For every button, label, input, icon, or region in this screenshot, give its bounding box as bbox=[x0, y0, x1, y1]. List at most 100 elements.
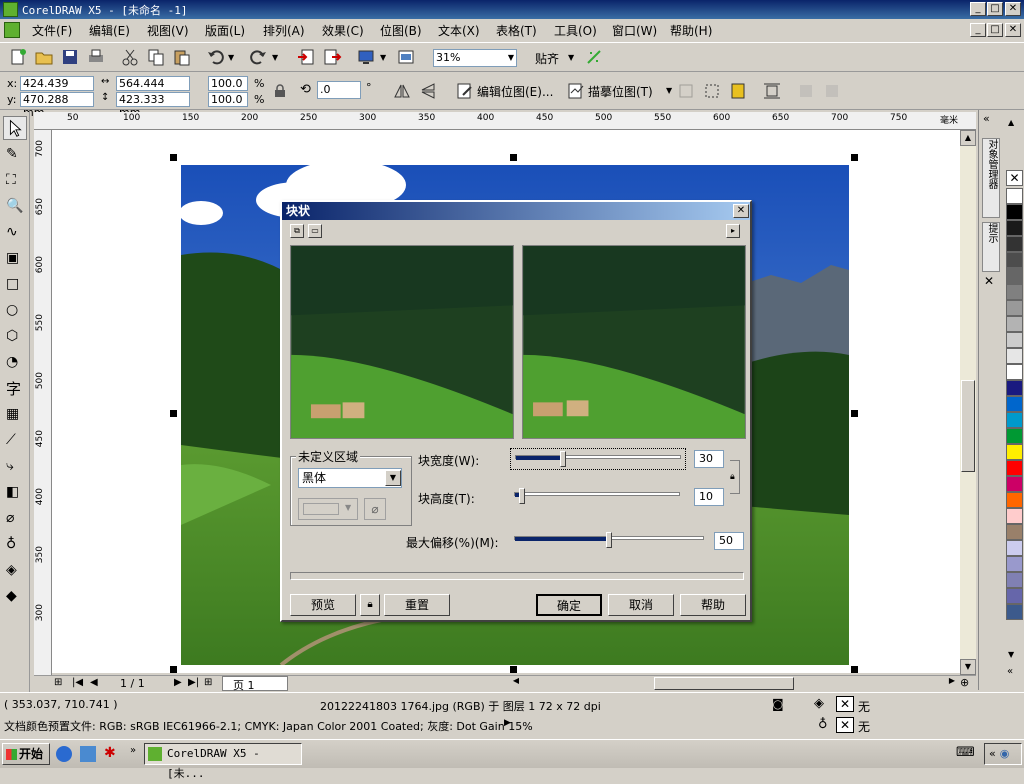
preview-button[interactable]: 预览 bbox=[290, 594, 356, 616]
vertical-scrollbar[interactable]: ▲ ▼ bbox=[960, 130, 976, 675]
fill-none-swatch[interactable]: ✕ bbox=[836, 696, 854, 712]
menu-bitmaps[interactable]: 位图(B) bbox=[380, 22, 422, 39]
undo-icon[interactable] bbox=[206, 47, 226, 67]
doc-close-button[interactable]: ✕ bbox=[1005, 23, 1021, 37]
menu-text[interactable]: 文本(X) bbox=[438, 22, 480, 39]
minimize-button[interactable]: _ bbox=[970, 2, 986, 16]
snap-to-menu[interactable]: 贴齐 bbox=[535, 50, 559, 67]
selection-handle[interactable] bbox=[170, 410, 177, 417]
freehand-tool-icon[interactable]: ∿ bbox=[6, 224, 18, 240]
block-height-slider[interactable] bbox=[510, 486, 686, 508]
outline-pen-tool-icon[interactable]: ♁ bbox=[6, 536, 16, 552]
menu-file[interactable]: 文件(F) bbox=[32, 22, 72, 39]
help-button[interactable]: 帮助 bbox=[680, 594, 746, 616]
profile-expand-icon[interactable]: ▶ bbox=[504, 718, 511, 728]
close-button[interactable]: ✕ bbox=[1005, 2, 1021, 16]
new-document-icon[interactable] bbox=[8, 47, 28, 67]
menu-effects[interactable]: 效果(C) bbox=[322, 22, 364, 39]
maximize-button[interactable]: □ bbox=[987, 2, 1003, 16]
docker-close-icon[interactable]: ✕ bbox=[984, 274, 994, 288]
eyedropper-tool-icon[interactable]: ⌀ bbox=[6, 510, 14, 526]
menu-table[interactable]: 表格(T) bbox=[496, 22, 537, 39]
block-width-field[interactable]: 30 bbox=[694, 450, 724, 468]
palette-color-swatch[interactable] bbox=[1006, 268, 1023, 284]
width-field[interactable]: 564.444 mm bbox=[116, 76, 190, 103]
app-quicklaunch-icon[interactable]: ✱ bbox=[104, 745, 116, 761]
zoom-level-combo[interactable]: 31% ▼ bbox=[433, 49, 517, 67]
expand-dialog-icon[interactable]: ▸ bbox=[726, 224, 740, 238]
scale-y-field[interactable]: 100.0 bbox=[208, 92, 248, 107]
to-front-icon[interactable] bbox=[796, 81, 816, 101]
dimension-tool-icon[interactable]: ⟋ bbox=[6, 432, 16, 448]
welcome-screen-icon[interactable] bbox=[396, 47, 416, 67]
resample-icon[interactable] bbox=[676, 81, 696, 101]
last-page-icon[interactable]: ▶| bbox=[188, 677, 199, 688]
palette-color-swatch[interactable] bbox=[1006, 508, 1023, 524]
palette-color-swatch[interactable] bbox=[1006, 220, 1023, 236]
palette-color-swatch[interactable] bbox=[1006, 540, 1023, 556]
mirror-vertical-icon[interactable] bbox=[418, 81, 438, 101]
palette-color-swatch[interactable] bbox=[1006, 428, 1023, 444]
ellipse-tool-icon[interactable]: ○ bbox=[6, 302, 18, 318]
palette-expand-icon[interactable]: « bbox=[1007, 666, 1013, 677]
redo-icon[interactable] bbox=[248, 47, 268, 67]
single-preview-icon[interactable]: ▭ bbox=[308, 224, 322, 238]
connector-tool-icon[interactable]: ⤷ bbox=[6, 458, 14, 474]
scroll-right-icon[interactable]: ▶ bbox=[944, 676, 960, 691]
max-offset-slider[interactable] bbox=[510, 530, 706, 552]
quicklaunch-more-icon[interactable]: » bbox=[130, 745, 136, 756]
selection-handle[interactable] bbox=[170, 666, 177, 673]
scale-x-field[interactable]: 100.0 bbox=[208, 76, 248, 91]
hints-tab[interactable]: 提示 bbox=[982, 222, 1000, 272]
cut-icon[interactable] bbox=[120, 47, 140, 67]
dialog-close-button[interactable]: ✕ bbox=[733, 204, 749, 218]
basic-shapes-tool-icon[interactable]: ◔ bbox=[6, 354, 18, 370]
block-width-thumb[interactable] bbox=[560, 451, 566, 467]
palette-color-swatch[interactable] bbox=[1006, 364, 1023, 380]
import-icon[interactable] bbox=[296, 47, 316, 67]
menu-help[interactable]: 帮助(H) bbox=[670, 22, 712, 39]
max-offset-field[interactable]: 50 bbox=[714, 532, 744, 550]
palette-color-swatch[interactable] bbox=[1006, 332, 1023, 348]
docker-collapse-icon[interactable]: « bbox=[983, 112, 990, 125]
palette-color-swatch[interactable] bbox=[1006, 492, 1023, 508]
palette-color-swatch[interactable] bbox=[1006, 476, 1023, 492]
no-color-swatch[interactable]: ✕ bbox=[1006, 170, 1023, 186]
trace-bitmap-button[interactable]: 描摹位图(T) bbox=[588, 83, 653, 100]
eyedropper-icon[interactable]: ⌀ bbox=[364, 498, 386, 520]
application-launcher-icon[interactable] bbox=[356, 47, 376, 67]
height-field[interactable]: 423.333 mm bbox=[116, 92, 190, 119]
palette-color-swatch[interactable] bbox=[1006, 604, 1023, 620]
trace-dropdown-icon[interactable]: ▼ bbox=[666, 86, 672, 95]
palette-scroll-down-icon[interactable]: ▼ bbox=[1008, 650, 1014, 659]
menu-tools[interactable]: 工具(O) bbox=[554, 22, 597, 39]
palette-color-swatch[interactable] bbox=[1006, 236, 1023, 252]
copy-icon[interactable] bbox=[146, 47, 166, 67]
aspect-lock-icon[interactable]: 🔒︎ bbox=[730, 472, 742, 484]
save-icon[interactable] bbox=[60, 47, 80, 67]
zoom-dropdown-icon[interactable]: ▼ bbox=[508, 50, 514, 66]
add-page-icon[interactable]: ⊞ bbox=[54, 677, 62, 688]
scroll-up-icon[interactable]: ▲ bbox=[960, 130, 976, 146]
preview-lock-icon[interactable]: 🔒︎ bbox=[360, 594, 380, 616]
crop-tool-icon[interactable]: ⛶ bbox=[6, 172, 16, 188]
palette-color-swatch[interactable] bbox=[1006, 300, 1023, 316]
open-folder-icon[interactable] bbox=[34, 47, 54, 67]
max-offset-thumb[interactable] bbox=[606, 532, 612, 548]
fill-tool-icon[interactable]: ◈ bbox=[6, 562, 17, 578]
wrap-text-icon[interactable] bbox=[762, 81, 782, 101]
shape-tool-icon[interactable]: ✎ bbox=[6, 146, 18, 162]
color-dropdown-icon[interactable]: ▼ bbox=[345, 503, 351, 512]
palette-color-swatch[interactable] bbox=[1006, 380, 1023, 396]
palette-color-swatch[interactable] bbox=[1006, 252, 1023, 268]
fill-option-select[interactable]: 黑体 ▼ bbox=[298, 468, 402, 488]
start-button[interactable]: 开始 bbox=[2, 743, 50, 765]
original-preview-image[interactable] bbox=[290, 245, 514, 439]
menu-layout[interactable]: 版面(L) bbox=[205, 22, 245, 39]
fill-option-dropdown-icon[interactable]: ▼ bbox=[385, 470, 401, 486]
vertical-ruler[interactable]: 700 650 600 550 500 450 400 350 300 bbox=[34, 130, 52, 675]
keyboard-tray-icon[interactable]: ⌨ bbox=[956, 745, 975, 760]
scroll-left-icon[interactable]: ◀ bbox=[508, 676, 524, 691]
add-page-after-icon[interactable]: ⊞ bbox=[204, 677, 212, 688]
palette-color-swatch[interactable] bbox=[1006, 524, 1023, 540]
